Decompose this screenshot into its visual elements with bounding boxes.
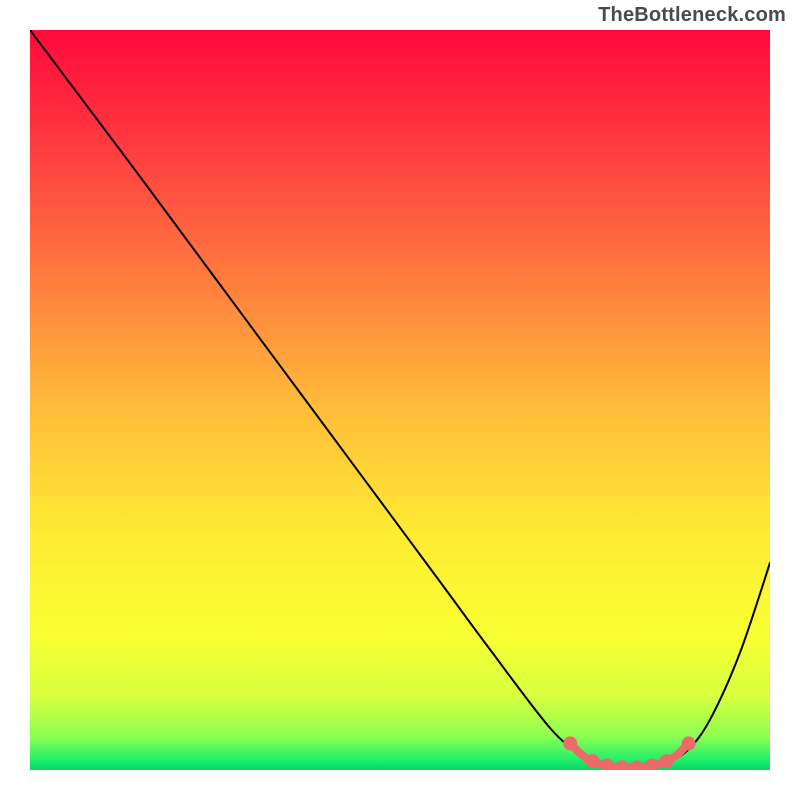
chart-svg [30, 30, 770, 770]
chart-background [30, 30, 770, 770]
figure-root: TheBottleneck.com [0, 0, 800, 800]
watermark-label: TheBottleneck.com [598, 4, 786, 27]
valley-marker [563, 736, 577, 750]
valley-marker [585, 754, 599, 768]
valley-marker [659, 754, 673, 768]
plot-area [30, 30, 770, 770]
valley-marker [682, 736, 696, 750]
